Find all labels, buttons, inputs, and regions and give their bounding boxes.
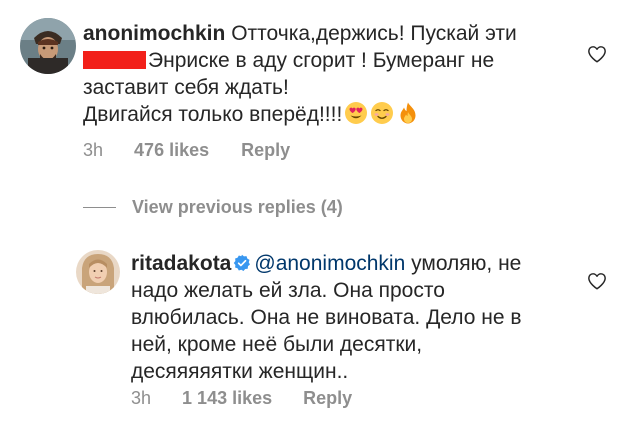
comment-time[interactable]: 3h <box>83 140 103 161</box>
comment-body: Отточка,держись! Пускай эти <box>231 22 517 45</box>
comment-line-4: Двигайся только вперёд!!!! <box>83 101 517 128</box>
reply-button[interactable]: Reply <box>303 388 352 409</box>
comment-body: Двигайся только вперёд!!!! <box>83 103 343 126</box>
comment-line-3: заставит себя ждать! <box>83 76 289 99</box>
comment-line-1: ritadakota @anonimochkin умоляю, не <box>131 250 522 277</box>
view-replies-label[interactable]: View previous replies (4) <box>132 197 343 218</box>
fire-emoji <box>400 102 416 124</box>
smiling-face-emoji <box>371 102 394 124</box>
mention-link[interactable]: @anonimochkin <box>254 252 405 275</box>
comment-likes[interactable]: 476 likes <box>134 140 209 161</box>
comment-username[interactable]: ritadakota <box>131 252 231 275</box>
comment-line-5: десяяяяятки женщин.. <box>131 360 349 383</box>
comment-meta-1: 3h 476 likes Reply <box>83 140 290 161</box>
comment-text-2: ritadakota @anonimochkin умоляю, не надо… <box>131 250 522 385</box>
redaction-bar <box>83 51 146 69</box>
comment-line-1: anonimochkin Отточка,держись! Пускай эти <box>83 20 517 47</box>
comment-text-1: anonimochkin Отточка,держись! Пускай эти… <box>83 20 517 128</box>
comment-meta-2: 3h 1 143 likes Reply <box>131 388 352 409</box>
comment-line-2: надо желать ей зла. Она просто <box>131 279 445 302</box>
heart-eyes-emoji <box>345 102 368 124</box>
reply-button[interactable]: Reply <box>241 140 290 161</box>
divider-line <box>83 206 116 208</box>
comment-body: умоляю, не <box>411 252 522 275</box>
view-previous-replies[interactable]: View previous replies (4) <box>83 196 343 218</box>
comment-time[interactable]: 3h <box>131 388 151 409</box>
comment-likes[interactable]: 1 143 likes <box>182 388 272 409</box>
comment-body: Энриске в аду сгорит ! Бумеранг не <box>148 49 495 72</box>
avatar-anonimochkin[interactable] <box>20 18 76 74</box>
like-heart-icon[interactable] <box>587 272 607 290</box>
like-heart-icon[interactable] <box>587 45 607 63</box>
comment-username[interactable]: anonimochkin <box>83 22 225 45</box>
verified-badge-icon <box>234 254 251 271</box>
comment-line-4: ней, кроме неё были десятки, <box>131 333 423 356</box>
avatar-ritadakota[interactable] <box>76 250 120 294</box>
comment-line-3: влюбилась. Она не виновата. Дело не в <box>131 306 522 329</box>
comment-line-2: Энриске в аду сгорит ! Бумеранг не <box>83 47 517 74</box>
